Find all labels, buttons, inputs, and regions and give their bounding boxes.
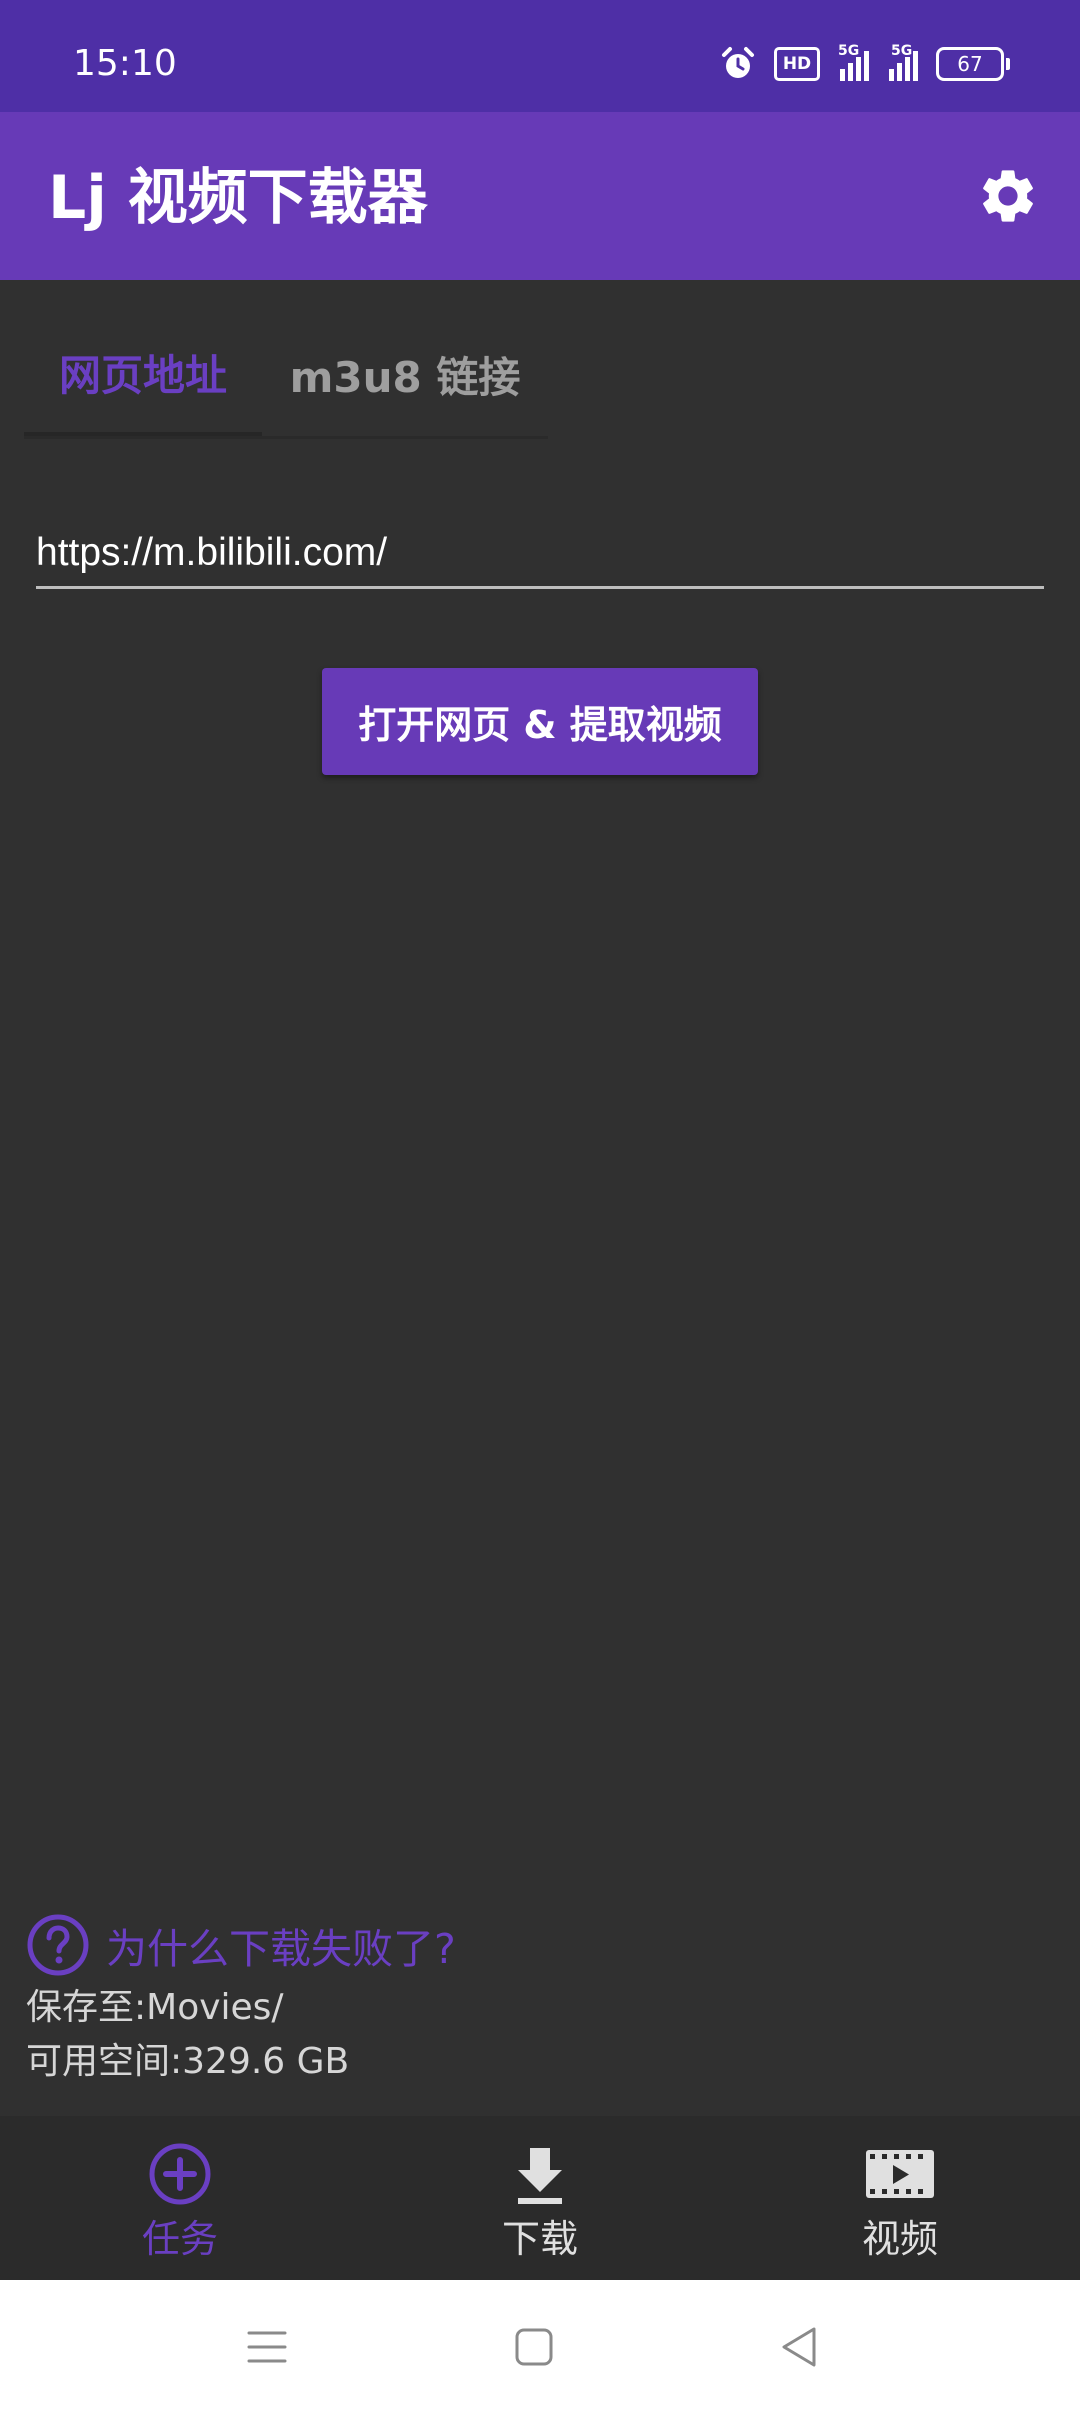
help-link[interactable]: 为什么下载失败了?	[26, 1912, 456, 1978]
app-title: Lj 视频下载器	[48, 163, 428, 233]
nav-downloads-label: 下载	[501, 2217, 578, 2261]
tab-bar: 网页地址 m3u8 链接	[24, 312, 548, 439]
help-icon	[27, 1914, 89, 1976]
add-circle-icon	[149, 2143, 211, 2205]
system-nav-bar	[0, 2280, 1080, 2414]
nav-tasks[interactable]: 任务	[0, 2116, 360, 2280]
status-time: 15:10	[73, 43, 177, 84]
home-icon[interactable]	[502, 2315, 566, 2379]
free-space: 可用空间:329.6 GB	[26, 2041, 350, 2082]
nav-videos-label: 视频	[861, 2217, 938, 2261]
status-icons: HD 5G 5G 67	[720, 40, 1010, 88]
gear-icon[interactable]	[976, 164, 1040, 228]
nav-videos[interactable]: 视频	[720, 2116, 1080, 2280]
help-text: 为什么下载失败了?	[106, 1925, 456, 1973]
url-input[interactable]	[36, 520, 1044, 589]
bottom-nav: 任务 下载 视频	[0, 2116, 1080, 2280]
app-bar: Lj 视频下载器	[0, 112, 1080, 280]
signal-5g-2-label: 5G	[891, 43, 913, 59]
download-icon	[518, 2148, 562, 2204]
hd-icon: HD	[774, 47, 820, 81]
alarm-icon	[722, 47, 754, 78]
back-icon[interactable]	[768, 2315, 832, 2379]
signal-5g-icon: 5G	[838, 43, 869, 81]
nav-tasks-label: 任务	[141, 2217, 218, 2261]
nav-downloads[interactable]: 下载	[360, 2116, 720, 2280]
battery-level: 67	[957, 52, 983, 76]
open-page-extract-button[interactable]: 打开网页 & 提取视频	[322, 668, 758, 775]
signal-5g-label: 5G	[838, 43, 860, 59]
tab-m3u8-link[interactable]: m3u8 链接	[262, 312, 548, 436]
menu-icon[interactable]	[235, 2315, 299, 2379]
status-bar: 15:10 HD 5G 5G 67	[0, 0, 1080, 112]
movie-icon	[866, 2150, 934, 2198]
signal-5g-2-icon: 5G	[887, 43, 918, 81]
battery-icon: 67	[936, 47, 1010, 81]
tab-web-address[interactable]: 网页地址	[24, 312, 262, 436]
save-location: 保存至:Movies/	[26, 1987, 284, 2028]
